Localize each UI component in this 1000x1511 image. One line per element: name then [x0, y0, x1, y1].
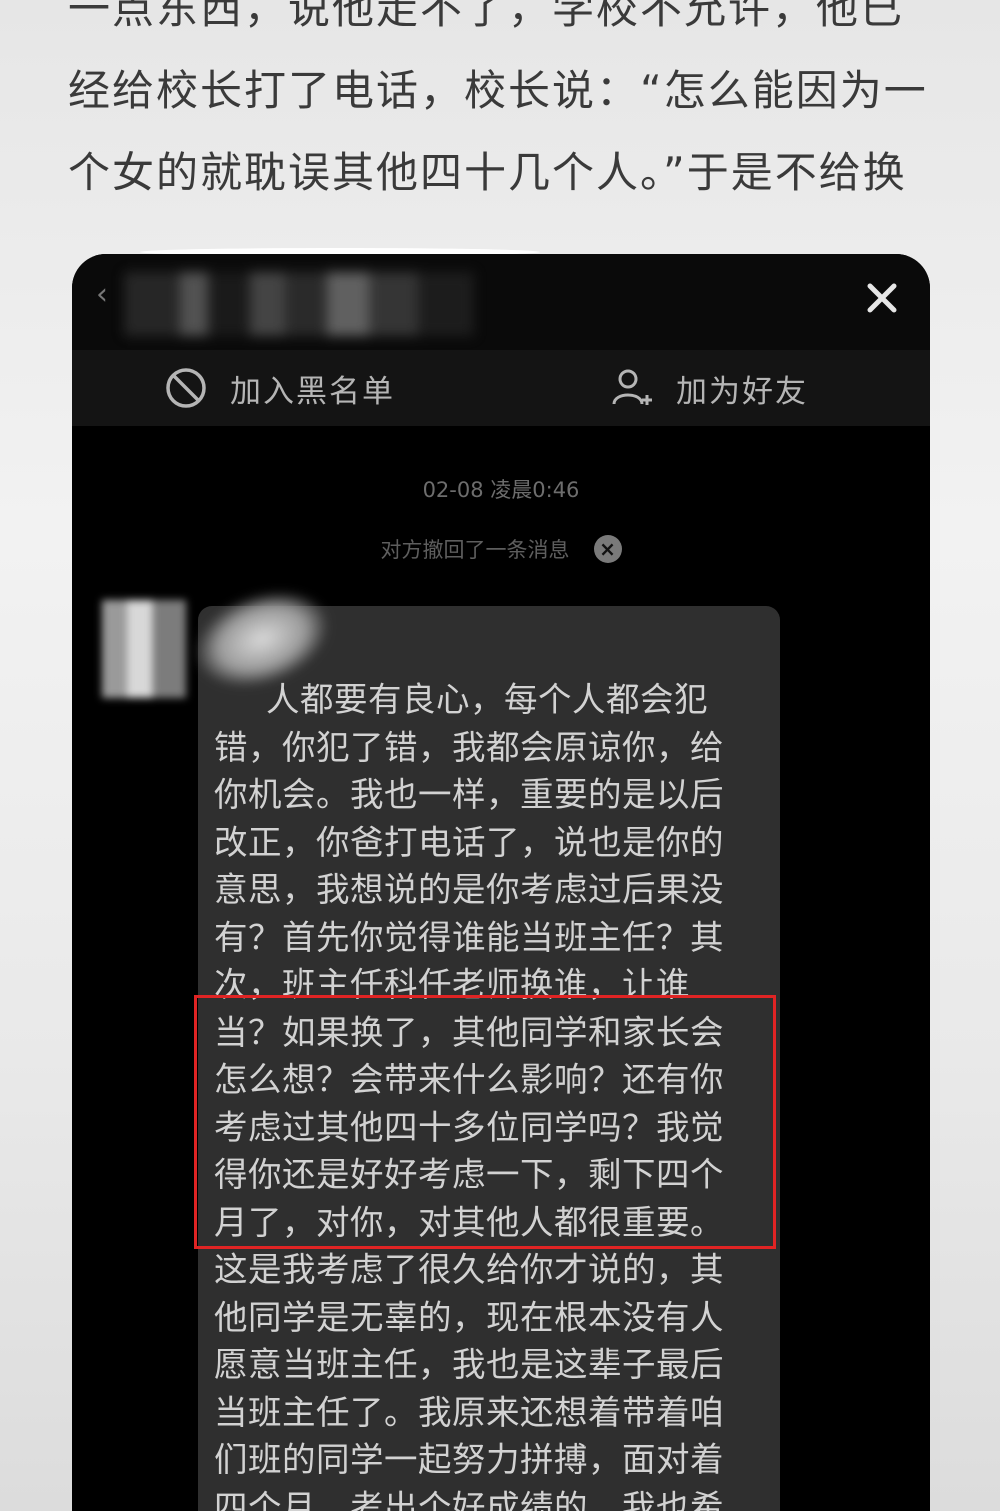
- close-icon[interactable]: [862, 278, 902, 318]
- message-line: 有？首先你觉得谁能当班主任？其: [214, 917, 724, 957]
- back-arrow-icon[interactable]: ‹: [96, 280, 118, 310]
- message-line: 怎么想？会带来什么影响？还有你: [214, 1060, 724, 1099]
- message-line: 愿意当班主任，我也是这辈子最后: [214, 1345, 724, 1384]
- recall-close-icon[interactable]: ×: [593, 535, 622, 563]
- message-line: 错，你犯了错，我都会原谅你，给: [214, 727, 724, 767]
- message-timestamp: 02-08 凌晨0:46: [422, 478, 580, 502]
- block-label: 加入黑名单: [230, 373, 395, 410]
- message-line: 月了，对你，对其他人都很重要。: [214, 1202, 724, 1242]
- article-line: 一点东西，说他走不了，学校不允许，他已: [68, 0, 905, 33]
- block-button[interactable]: 加入黑名单: [164, 350, 395, 426]
- chat-action-bar: 加入黑名单 加为好友: [72, 350, 930, 426]
- blurred-contact-name: [124, 272, 474, 336]
- recall-notice-text: 对方撤回了一条消息: [380, 538, 570, 562]
- avatar[interactable]: [102, 600, 186, 698]
- message-line: 当？如果换了，其他同学和家长会: [214, 1012, 724, 1052]
- message-line: 你机会。我也一样，重要的是以后: [214, 775, 724, 814]
- message-text: 人都要有良心，每个人都会犯 错，你犯了错，我都会原谅你，给 你机会。我也一样，重…: [214, 676, 770, 1511]
- article-line: 经给校长打了电话，校长说：“怎么能因为一: [68, 66, 928, 115]
- message-line: 得你还是好好考虑一下，剩下四个: [214, 1155, 724, 1194]
- article-text: 一点东西，说他走不了，学校不允许，他已 经给校长打了电话，校长说：“怎么能因为一…: [68, 0, 938, 214]
- chat-screenshot: ‹ 加入黑名单 加为好友 02-08 凌晨0:46 对方撤回了一条消息 × 人都…: [72, 254, 930, 1511]
- recall-notice: 对方撤回了一条消息 ×: [72, 534, 930, 564]
- add-friend-label: 加为好友: [676, 373, 808, 410]
- article-line: 个女的就耽误其他四十几个人。”于是不给换: [68, 148, 907, 197]
- message-line: 改正，你爸打电话了，说也是你的: [214, 822, 724, 862]
- message-bubble: 人都要有良心，每个人都会犯 错，你犯了错，我都会原谅你，给 你机会。我也一样，重…: [198, 606, 780, 1511]
- message-line: 意思，我想说的是你考虑过后果没: [214, 870, 724, 909]
- block-icon: [166, 368, 206, 408]
- message-line: 人都要有良心，每个人都会犯: [266, 680, 708, 719]
- message-line: 他同学是无辜的，现在根本没有人: [214, 1297, 724, 1337]
- message-line: 当班主任了。我原来还想着带着咱: [214, 1392, 724, 1432]
- add-friend-icon: [612, 369, 652, 405]
- message-line: 们班的同学一起努力拼搏，面对着: [214, 1440, 724, 1479]
- message-line: 考虑过其他四十多位同学吗？我觉: [214, 1107, 724, 1147]
- message-line: 这是我考虑了很久给你才说的，其: [214, 1250, 724, 1289]
- screenshot-page: 一点东西，说他走不了，学校不允许，他已 经给校长打了电话，校长说：“怎么能因为一…: [0, 0, 1000, 1511]
- message-line: 次，班主任科任老师换谁，让谁: [214, 965, 690, 1004]
- add-friend-button[interactable]: 加为好友: [610, 350, 808, 426]
- message-line: 四个月，考出个好成绩的，我也希: [214, 1487, 724, 1511]
- chat-header: ‹: [72, 254, 930, 350]
